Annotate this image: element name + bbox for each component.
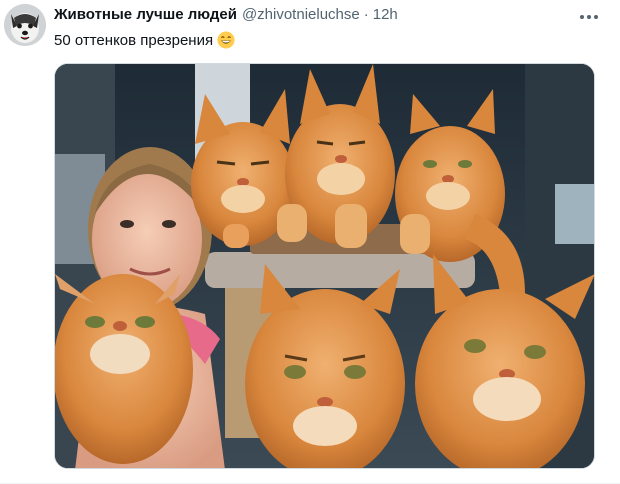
grinning-face-emoji-icon [217,31,235,49]
user-handle[interactable]: @zhivotnieluchse [242,6,360,23]
more-dot [580,15,584,19]
more-options-icon[interactable] [580,8,598,26]
more-dot [587,15,591,19]
tweet-photo[interactable] [54,63,595,469]
cat-bottom-left [55,274,193,464]
timestamp[interactable]: 12h [373,6,398,23]
more-dot [594,15,598,19]
cat-bottom-middle [245,264,405,468]
display-name[interactable]: Животные лучше людей [54,6,237,23]
tweet-text-content: 50 оттенков презрения [54,31,214,49]
tweet-card[interactable]: Животные лучше людей @zhivotnieluchse · … [0,0,620,484]
photo-woman-with-five-ginger-cats [55,64,594,468]
separator-dot: · [363,6,369,23]
tweet-header: Животные лучше людей @zhivotnieluchse · … [54,6,570,28]
tweet-text: 50 оттенков презрения [54,31,235,49]
avatar[interactable] [4,4,46,46]
dog-avatar-icon [4,4,46,46]
